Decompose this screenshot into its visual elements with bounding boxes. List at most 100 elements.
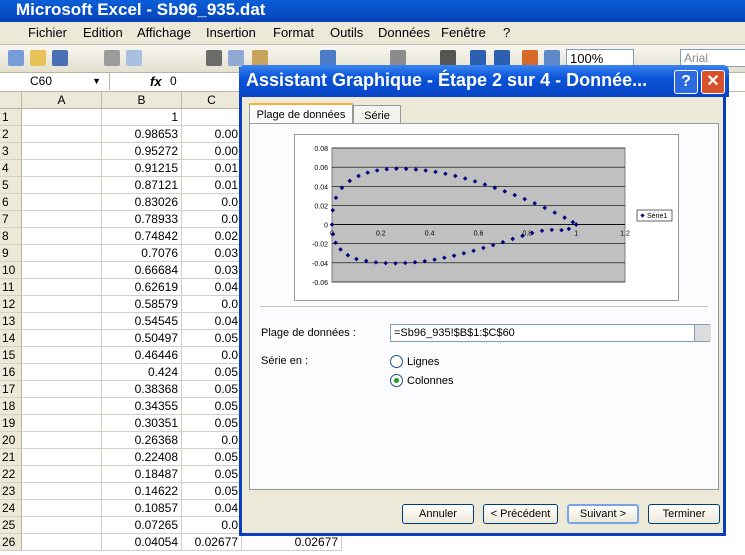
row-header[interactable]: 24 [0,500,22,517]
radio-rows[interactable] [390,355,403,368]
cell[interactable] [22,109,102,126]
cell[interactable] [22,262,102,279]
cell[interactable]: 0.00 [182,143,242,160]
cell[interactable]: 0.46446 [102,347,182,364]
row-header[interactable]: 16 [0,364,22,381]
cell[interactable]: 0.05 [182,415,242,432]
cell[interactable] [22,211,102,228]
cell[interactable]: 0.95272 [102,143,182,160]
fx-icon[interactable]: fx [150,74,162,89]
column-header[interactable]: B [102,92,182,109]
menu-item[interactable]: Outils [330,25,363,40]
cell[interactable]: 0.0 [182,296,242,313]
cell[interactable]: 0.04 [182,313,242,330]
copy-icon[interactable] [228,50,244,66]
row-header[interactable]: 26 [0,534,22,551]
cell[interactable]: 0.34355 [102,398,182,415]
cell[interactable]: 0.424 [102,364,182,381]
cell[interactable] [22,313,102,330]
new-icon[interactable] [8,50,24,66]
cell[interactable]: 0.03 [182,245,242,262]
cell[interactable]: 0.58579 [102,296,182,313]
cell[interactable]: 0.18487 [102,466,182,483]
cell[interactable] [22,483,102,500]
row-header[interactable]: 8 [0,228,22,245]
undo-icon[interactable] [320,50,336,66]
menu-item[interactable]: Fenêtre [441,25,486,40]
row-header[interactable]: 15 [0,347,22,364]
sum-icon[interactable] [440,50,456,66]
cell[interactable] [22,177,102,194]
cell[interactable]: 0.98653 [102,126,182,143]
cell[interactable]: 0.00 [182,126,242,143]
cell[interactable]: 0.26368 [102,432,182,449]
cell[interactable] [22,126,102,143]
cell[interactable]: 0.87121 [102,177,182,194]
row-header[interactable]: 13 [0,313,22,330]
cell[interactable]: 0.05 [182,449,242,466]
cell[interactable]: 0.07265 [102,517,182,534]
cell[interactable]: 0.01 [182,160,242,177]
cell[interactable]: 0.05 [182,381,242,398]
cell[interactable] [22,500,102,517]
sort-desc-icon[interactable] [494,50,510,66]
cancel-button[interactable]: Annuler [402,504,474,524]
cell[interactable] [22,534,102,551]
row-header[interactable]: 18 [0,398,22,415]
chevron-down-icon[interactable]: ▼ [92,73,101,90]
hyperlink-icon[interactable] [390,50,406,66]
row-header[interactable]: 4 [0,160,22,177]
cell[interactable]: 0.22408 [102,449,182,466]
select-all-corner[interactable] [0,92,22,109]
cell[interactable] [22,381,102,398]
radio-columns[interactable] [390,374,403,387]
close-button[interactable]: ✕ [701,70,725,94]
next-button[interactable]: Suivant > [567,504,639,524]
tab-series[interactable]: Série [353,105,401,125]
row-header[interactable]: 22 [0,466,22,483]
row-header[interactable]: 2 [0,126,22,143]
cell[interactable] [22,143,102,160]
cell[interactable] [22,194,102,211]
cell[interactable]: 0.0 [182,517,242,534]
cut-icon[interactable] [206,50,222,66]
formula-value[interactable]: 0 [170,74,177,88]
row-header[interactable]: 1 [0,109,22,126]
menu-item[interactable]: Format [273,25,314,40]
preview-icon[interactable] [126,50,142,66]
menu-item[interactable]: ? [503,25,510,40]
cell[interactable] [22,398,102,415]
row-header[interactable]: 11 [0,279,22,296]
cell[interactable]: 0.78933 [102,211,182,228]
cell[interactable] [22,279,102,296]
cell[interactable]: 0.66684 [102,262,182,279]
cell[interactable]: 0.02677 [182,534,242,551]
cell[interactable]: 0.0 [182,194,242,211]
cell[interactable]: 0.0 [182,432,242,449]
cell[interactable]: 0.54545 [102,313,182,330]
cell[interactable] [22,449,102,466]
tab-data-range[interactable]: Plage de données [249,103,353,125]
cell[interactable]: 1 [102,109,182,126]
row-header[interactable]: 21 [0,449,22,466]
menu-item[interactable]: Affichage [137,25,191,40]
row-header[interactable]: 10 [0,262,22,279]
cell[interactable]: 0.0 [182,211,242,228]
column-header[interactable]: C [182,92,242,109]
cell[interactable]: 0.05 [182,466,242,483]
cell[interactable]: 0.04 [182,279,242,296]
finish-button[interactable]: Terminer [648,504,720,524]
cell[interactable]: 0.02677 [242,534,342,551]
row-header[interactable]: 3 [0,143,22,160]
row-header[interactable]: 20 [0,432,22,449]
open-icon[interactable] [30,50,46,66]
row-header[interactable]: 6 [0,194,22,211]
cell[interactable] [22,364,102,381]
help-button[interactable]: ? [674,70,698,94]
cell[interactable]: 0.05 [182,398,242,415]
menu-item[interactable]: Fichier [28,25,67,40]
row-header[interactable]: 9 [0,245,22,262]
row-header[interactable]: 5 [0,177,22,194]
row-header[interactable]: 7 [0,211,22,228]
collapse-dialog-icon[interactable] [694,325,711,341]
